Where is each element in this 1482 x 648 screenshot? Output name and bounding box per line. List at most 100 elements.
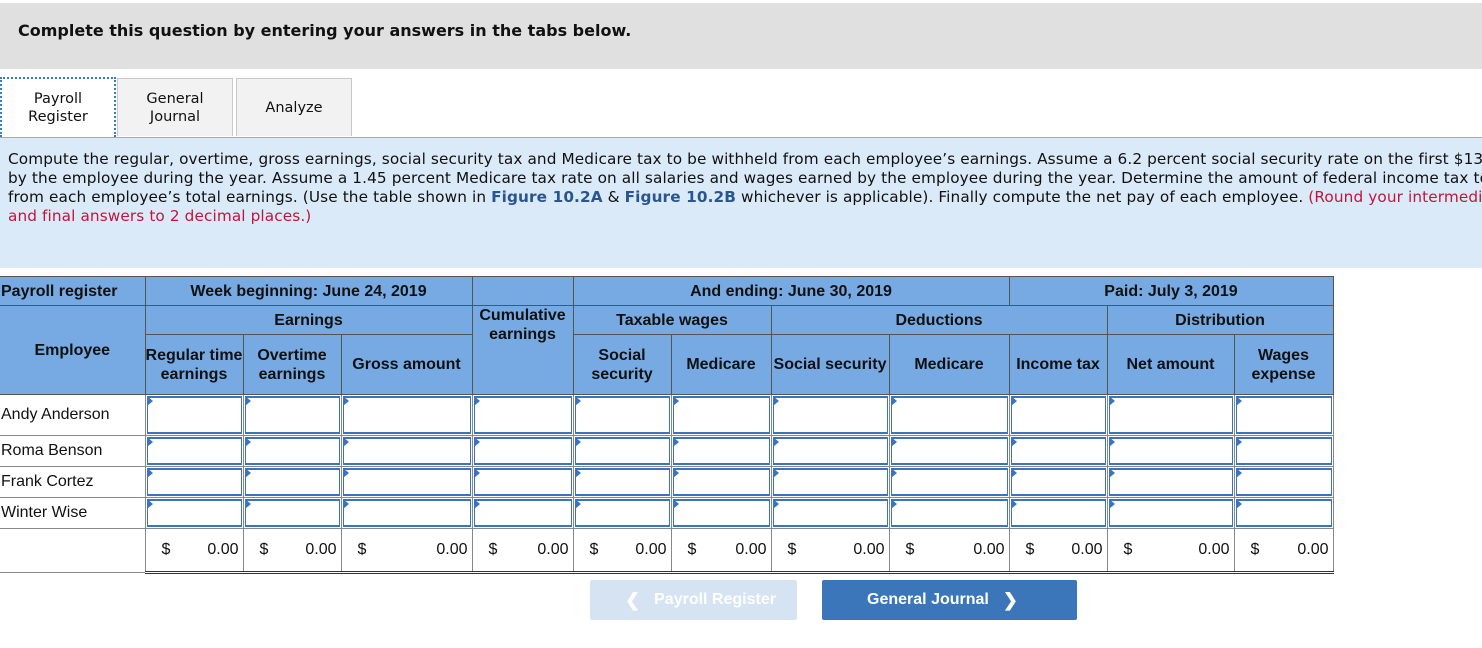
input-box[interactable] <box>473 468 572 496</box>
figure-10-2a-link[interactable]: Figure 10.2A <box>491 188 603 206</box>
amount-input[interactable] <box>471 435 574 467</box>
amount-input[interactable] <box>1008 435 1108 467</box>
amount-input[interactable] <box>242 497 342 529</box>
amount-input[interactable] <box>670 466 772 498</box>
tab-general-journal[interactable]: General Journal <box>117 78 233 136</box>
figure-10-2b-link[interactable]: Figure 10.2B <box>625 188 736 206</box>
input-box[interactable] <box>772 468 888 496</box>
input-box[interactable] <box>146 468 242 496</box>
amount-input[interactable] <box>242 466 342 498</box>
amount-input[interactable] <box>1106 435 1235 467</box>
input-box[interactable] <box>890 396 1008 434</box>
amount-input[interactable] <box>471 497 574 529</box>
input-box[interactable] <box>574 437 670 465</box>
input-marker-icon <box>342 499 349 509</box>
amount-input[interactable] <box>572 466 672 498</box>
input-box[interactable] <box>772 499 888 527</box>
amount-input[interactable] <box>572 394 672 436</box>
amount-input[interactable] <box>242 435 342 467</box>
amount-input[interactable] <box>340 497 473 529</box>
input-box[interactable] <box>244 396 340 434</box>
amount-input[interactable] <box>340 466 473 498</box>
amount-input[interactable] <box>1008 497 1108 529</box>
amount-input[interactable] <box>1233 435 1334 467</box>
amount-input[interactable] <box>770 394 890 436</box>
input-box[interactable] <box>1010 396 1106 434</box>
amount-input[interactable] <box>1233 394 1334 436</box>
input-box[interactable] <box>1235 396 1332 434</box>
input-box[interactable] <box>772 437 888 465</box>
input-box[interactable] <box>473 499 572 527</box>
amount-input[interactable] <box>242 394 342 436</box>
amount-input[interactable] <box>670 435 772 467</box>
amount-input[interactable] <box>1106 394 1235 436</box>
input-box[interactable] <box>146 396 242 434</box>
amount-input[interactable] <box>340 435 473 467</box>
amount-input[interactable] <box>1008 466 1108 498</box>
amount-input[interactable] <box>1233 466 1334 498</box>
amount-input[interactable] <box>670 394 772 436</box>
amount-input[interactable] <box>1106 497 1235 529</box>
amount-input[interactable] <box>144 394 244 436</box>
input-box[interactable] <box>672 396 770 434</box>
amount-input[interactable] <box>144 466 244 498</box>
next-general-journal-button[interactable]: General Journal ❯ <box>822 580 1077 620</box>
input-box[interactable] <box>574 396 670 434</box>
amount-input[interactable] <box>770 435 890 467</box>
input-box[interactable] <box>244 468 340 496</box>
input-box[interactable] <box>342 499 471 527</box>
amount-input[interactable] <box>888 497 1010 529</box>
amount-input[interactable] <box>888 394 1010 436</box>
input-box[interactable] <box>890 468 1008 496</box>
input-box[interactable] <box>244 499 340 527</box>
tab-payroll-register[interactable]: Payroll Register <box>0 77 116 137</box>
input-box[interactable] <box>890 437 1008 465</box>
employee-header: Employee <box>0 305 146 395</box>
input-box[interactable] <box>342 437 471 465</box>
input-box[interactable] <box>473 396 572 434</box>
input-box[interactable] <box>1108 437 1233 465</box>
input-box[interactable] <box>146 437 242 465</box>
input-box[interactable] <box>574 499 670 527</box>
input-box[interactable] <box>672 499 770 527</box>
input-box[interactable] <box>146 499 242 527</box>
amount-input[interactable] <box>1106 466 1235 498</box>
amount-input[interactable] <box>144 435 244 467</box>
amount-input[interactable] <box>670 497 772 529</box>
input-box[interactable] <box>342 468 471 496</box>
input-box[interactable] <box>1235 468 1332 496</box>
amount-input[interactable] <box>471 394 574 436</box>
input-box[interactable] <box>890 499 1008 527</box>
input-box[interactable] <box>244 437 340 465</box>
amount-input[interactable] <box>572 497 672 529</box>
input-box[interactable] <box>772 396 888 434</box>
input-box[interactable] <box>342 396 471 434</box>
amount-input[interactable] <box>888 466 1010 498</box>
previous-payroll-register-button[interactable]: ❮ Payroll Register <box>590 580 797 620</box>
input-box[interactable] <box>1108 396 1233 434</box>
amount-input[interactable] <box>340 394 473 436</box>
input-box[interactable] <box>473 437 572 465</box>
input-box[interactable] <box>1108 468 1233 496</box>
input-box[interactable] <box>1010 468 1106 496</box>
amount-input[interactable] <box>770 497 890 529</box>
input-box[interactable] <box>672 468 770 496</box>
input-box[interactable] <box>574 468 670 496</box>
input-box[interactable] <box>1010 437 1106 465</box>
amount-input[interactable] <box>471 466 574 498</box>
amount-input[interactable] <box>888 435 1010 467</box>
employee-name: Frank Cortez <box>0 466 146 498</box>
amount-input[interactable] <box>1008 394 1108 436</box>
amount-input[interactable] <box>770 466 890 498</box>
amount-input[interactable] <box>572 435 672 467</box>
total-value: $0.00 <box>572 528 672 574</box>
tab-analyze[interactable]: Analyze <box>236 78 352 136</box>
input-box[interactable] <box>1235 437 1332 465</box>
input-box[interactable] <box>1108 499 1233 527</box>
employee-name: Winter Wise <box>0 497 146 529</box>
input-box[interactable] <box>1235 499 1332 527</box>
amount-input[interactable] <box>144 497 244 529</box>
input-box[interactable] <box>672 437 770 465</box>
input-box[interactable] <box>1010 499 1106 527</box>
amount-input[interactable] <box>1233 497 1334 529</box>
